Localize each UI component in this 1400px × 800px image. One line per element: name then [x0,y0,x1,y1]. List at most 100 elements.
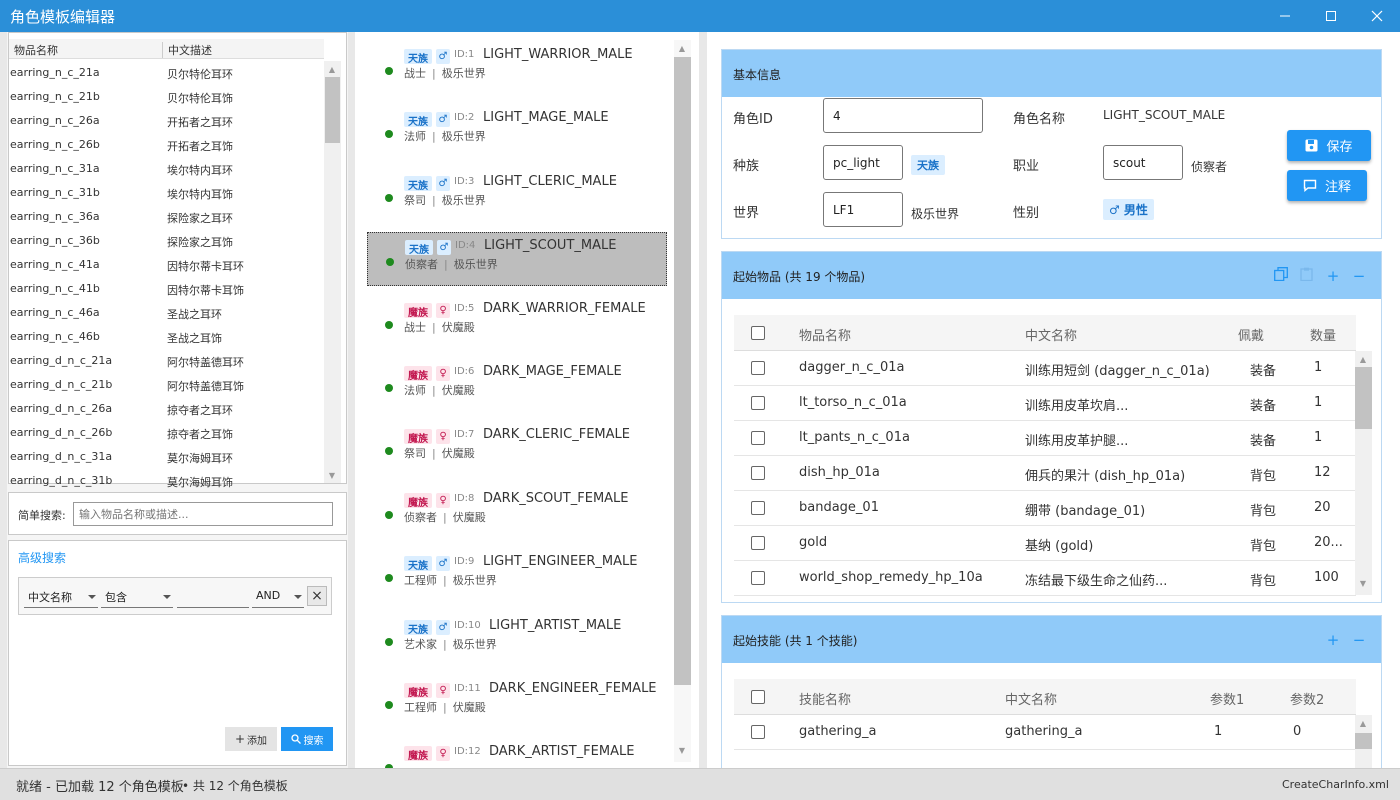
scroll-down-icon[interactable]: ▼ [674,744,690,758]
list-item[interactable]: earring_n_c_31b 埃尔特内耳饰 [9,181,324,205]
list-item[interactable]: earring_n_c_26b 开拓者之耳饰 [9,133,324,157]
item-cn-name: 冻结最下级生命之仙药... [1025,574,1168,589]
character-card[interactable]: 魔族 ♀ ID:7 DARK_CLERIC_FEMALE 祭司 | 伏魔殿 [367,422,667,476]
list-item[interactable]: earring_n_c_31a 埃尔特内耳环 [9,157,324,181]
list-item[interactable]: earring_d_n_c_31a 莫尔海姆耳环 [9,445,324,469]
column-item-name[interactable]: 物品名称 [799,325,851,344]
select-all-checkbox[interactable] [751,690,765,704]
column-item-name[interactable]: 物品名称 [14,42,58,58]
table-row[interactable]: lt_torso_n_c_01a 训练用皮革坎肩... 装备 1 [734,386,1356,421]
character-card[interactable]: 天族 ♂ ID:4 LIGHT_SCOUT_MALE 侦察者 | 极乐世界 [367,232,667,287]
column-cn-name[interactable]: 中文名称 [1005,689,1057,708]
remove-filter-button[interactable]: × [307,586,327,606]
save-button[interactable]: 保存 [1287,130,1371,161]
race-input[interactable]: pc_light [823,145,903,180]
row-checkbox[interactable] [751,501,765,515]
character-card[interactable]: 天族 ♂ ID:1 LIGHT_WARRIOR_MALE 战士 | 极乐世界 [367,42,667,96]
table-row[interactable]: gathering_a gathering_a 1 0 [734,715,1356,750]
row-checkbox[interactable] [751,361,765,375]
copy-icon[interactable] [1273,267,1289,285]
comment-button[interactable]: 注释 [1287,170,1367,201]
list-item[interactable]: earring_d_n_c_21a 阿尔特盖德耳环 [9,349,324,373]
add-skill-icon[interactable]: + [1325,631,1341,649]
character-card[interactable]: 天族 ♂ ID:3 LIGHT_CLERIC_MALE 祭司 | 极乐世界 [367,169,667,223]
character-card[interactable]: 天族 ♂ ID:9 LIGHT_ENGINEER_MALE 工程师 | 极乐世界 [367,549,667,603]
minimize-button[interactable] [1262,0,1308,32]
add-filter-button[interactable]: + 添加 [225,727,277,751]
add-item-icon[interactable]: + [1325,267,1341,285]
character-list-scrollbar[interactable]: ▲ ▼ [674,40,691,762]
scroll-down-icon[interactable]: ▼ [1355,577,1371,591]
char-id-input[interactable]: 4 [823,98,983,133]
character-card[interactable]: 魔族 ♀ ID:6 DARK_MAGE_FEMALE 法师 | 伏魔殿 [367,359,667,413]
scroll-down-icon[interactable]: ▼ [324,469,340,483]
column-description[interactable]: 中文描述 [162,42,212,58]
table-row[interactable]: gold 基纳 (gold) 背包 20... [734,526,1356,561]
remove-item-icon[interactable]: − [1351,267,1367,285]
row-checkbox[interactable] [751,466,765,480]
filter-field-select[interactable]: 中文名称 [24,586,98,608]
simple-search-input[interactable] [73,502,333,526]
scroll-up-icon[interactable]: ▲ [1355,353,1371,367]
list-item[interactable]: earring_n_c_21b 贝尔特伦耳饰 [9,85,324,109]
world-input[interactable]: LF1 [823,192,903,227]
list-item[interactable]: earring_n_c_46a 圣战之耳环 [9,301,324,325]
character-card[interactable]: 天族 ♂ ID:10 LIGHT_ARTIST_MALE 艺术家 | 极乐世界 [367,613,667,667]
list-item[interactable]: earring_n_c_26a 开拓者之耳环 [9,109,324,133]
item-description: 开拓者之耳饰 [167,140,233,153]
filter-logic-select[interactable]: AND [252,586,304,608]
column-param1[interactable]: 参数1 [1210,689,1244,708]
skills-table-scrollbar[interactable]: ▲ [1355,715,1372,769]
character-card[interactable]: 魔族 ♀ ID:5 DARK_WARRIOR_FEMALE 战士 | 伏魔殿 [367,296,667,350]
character-card[interactable]: 天族 ♂ ID:2 LIGHT_MAGE_MALE 法师 | 极乐世界 [367,105,667,159]
table-row[interactable]: world_shop_remedy_hp_10a 冻结最下级生命之仙药... 背包 1… [734,561,1356,596]
list-item[interactable]: earring_n_c_21a 贝尔特伦耳环 [9,61,324,85]
item-list-scrollbar[interactable]: ▲ ▼ [324,61,341,483]
filter-value-input[interactable] [177,586,249,608]
list-item[interactable]: earring_d_n_c_26a 掠夺者之耳环 [9,397,324,421]
paste-icon[interactable] [1299,267,1315,285]
row-checkbox[interactable] [751,396,765,410]
list-item[interactable]: earring_d_n_c_26b 掠夺者之耳饰 [9,421,324,445]
search-button[interactable]: 搜索 [281,727,333,751]
column-cn-name[interactable]: 中文名称 [1025,325,1077,344]
column-count[interactable]: 数量 [1310,325,1336,344]
row-checkbox[interactable] [751,431,765,445]
table-row[interactable]: lt_pants_n_c_01a 训练用皮革护腿... 装备 1 [734,421,1356,456]
list-item[interactable]: earring_d_n_c_21b 阿尔特盖德耳饰 [9,373,324,397]
separator: | [432,193,436,207]
list-item[interactable]: earring_n_c_36a 探险家之耳环 [9,205,324,229]
class-input[interactable]: scout [1103,145,1183,180]
scroll-up-icon[interactable]: ▲ [1355,717,1371,731]
column-param2[interactable]: 参数2 [1290,689,1324,708]
items-table-scrollbar[interactable]: ▲ ▼ [1355,351,1372,595]
filter-operator-select[interactable]: 包含 [101,586,173,608]
scroll-up-icon[interactable]: ▲ [324,63,340,77]
scroll-thumb[interactable] [325,77,340,143]
scroll-thumb[interactable] [1355,367,1372,429]
column-skill-name[interactable]: 技能名称 [799,689,851,708]
scroll-thumb[interactable] [1355,733,1372,749]
table-row[interactable]: dish_hp_01a 佣兵的果汁 (dish_hp_01a) 背包 12 [734,456,1356,491]
list-item[interactable]: earring_n_c_46b 圣战之耳饰 [9,325,324,349]
list-item[interactable]: earring_n_c_41b 因特尔蒂卡耳饰 [9,277,324,301]
column-equip[interactable]: 佩戴 [1238,325,1264,344]
class-label: 职业 [1013,159,1040,174]
select-all-checkbox[interactable] [751,326,765,340]
advanced-search-title[interactable]: 高级搜索 [18,549,66,566]
list-item[interactable]: earring_d_n_c_31b 莫尔海姆耳饰 [9,469,324,493]
row-checkbox[interactable] [751,571,765,585]
row-checkbox[interactable] [751,725,765,739]
character-card[interactable]: 魔族 ♀ ID:11 DARK_ENGINEER_FEMALE 工程师 | 伏魔殿 [367,676,667,730]
remove-skill-icon[interactable]: − [1351,631,1367,649]
close-button[interactable] [1354,0,1400,32]
table-row[interactable]: dagger_n_c_01a 训练用短剑 (dagger_n_c_01a) 装备 1 [734,351,1356,386]
character-card[interactable]: 魔族 ♀ ID:8 DARK_SCOUT_FEMALE 侦察者 | 伏魔殿 [367,486,667,540]
scroll-thumb[interactable] [674,57,691,685]
row-checkbox[interactable] [751,536,765,550]
maximize-button[interactable] [1308,0,1354,32]
list-item[interactable]: earring_n_c_36b 探险家之耳饰 [9,229,324,253]
table-row[interactable]: bandage_01 绷带 (bandage_01) 背包 20 [734,491,1356,526]
list-item[interactable]: earring_n_c_41a 因特尔蒂卡耳环 [9,253,324,277]
scroll-up-icon[interactable]: ▲ [674,42,690,56]
